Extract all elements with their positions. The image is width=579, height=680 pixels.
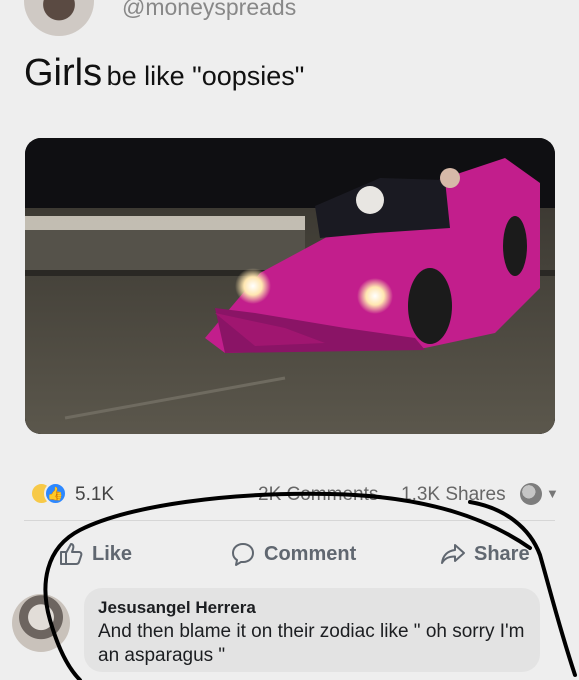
share-icon bbox=[441, 544, 465, 564]
commenter-avatar[interactable] bbox=[12, 594, 70, 652]
comment-icon bbox=[232, 543, 254, 566]
author-avatar[interactable] bbox=[24, 0, 94, 36]
comments-count[interactable]: 2K Comments bbox=[258, 484, 378, 506]
post-caption: Girls be like "oopsies" bbox=[24, 52, 304, 95]
comment-label: Comment bbox=[264, 542, 357, 565]
reaction-count[interactable]: 5.1K bbox=[75, 484, 114, 506]
crashed-pink-car-photo bbox=[25, 138, 555, 434]
thumbs-up-icon bbox=[60, 543, 83, 565]
shares-count[interactable]: 1.3K Shares bbox=[401, 484, 506, 506]
caption-rest: be like "oopsies" bbox=[106, 61, 305, 91]
share-button[interactable]: Share bbox=[440, 534, 530, 574]
chevron-down-icon[interactable]: ▼ bbox=[546, 486, 559, 501]
author-handle[interactable]: @moneyspreads bbox=[122, 0, 296, 21]
post-actions: Like Comment Share bbox=[0, 534, 579, 574]
commenter-name[interactable]: Jesusangel Herrera bbox=[98, 598, 256, 618]
post-image[interactable] bbox=[25, 138, 555, 434]
like-button[interactable]: Like bbox=[58, 534, 132, 574]
share-label: Share bbox=[474, 542, 530, 565]
caption-lead: Girls bbox=[24, 52, 103, 94]
like-reaction-icon: 👍 bbox=[44, 482, 67, 505]
like-label: Like bbox=[92, 542, 133, 565]
comment-text: And then blame it on their zodiac like "… bbox=[98, 621, 525, 666]
comment-button[interactable]: Comment bbox=[230, 534, 356, 574]
comment-bubble: Jesusangel Herrera And then blame it on … bbox=[84, 588, 540, 672]
audience-globe-icon[interactable] bbox=[520, 483, 542, 505]
post-stats-bar: 👍 5.1K 2K Comments 1.3K Shares ▼ bbox=[0, 478, 579, 512]
reaction-icons[interactable]: 👍 bbox=[30, 482, 70, 506]
divider bbox=[24, 520, 555, 521]
